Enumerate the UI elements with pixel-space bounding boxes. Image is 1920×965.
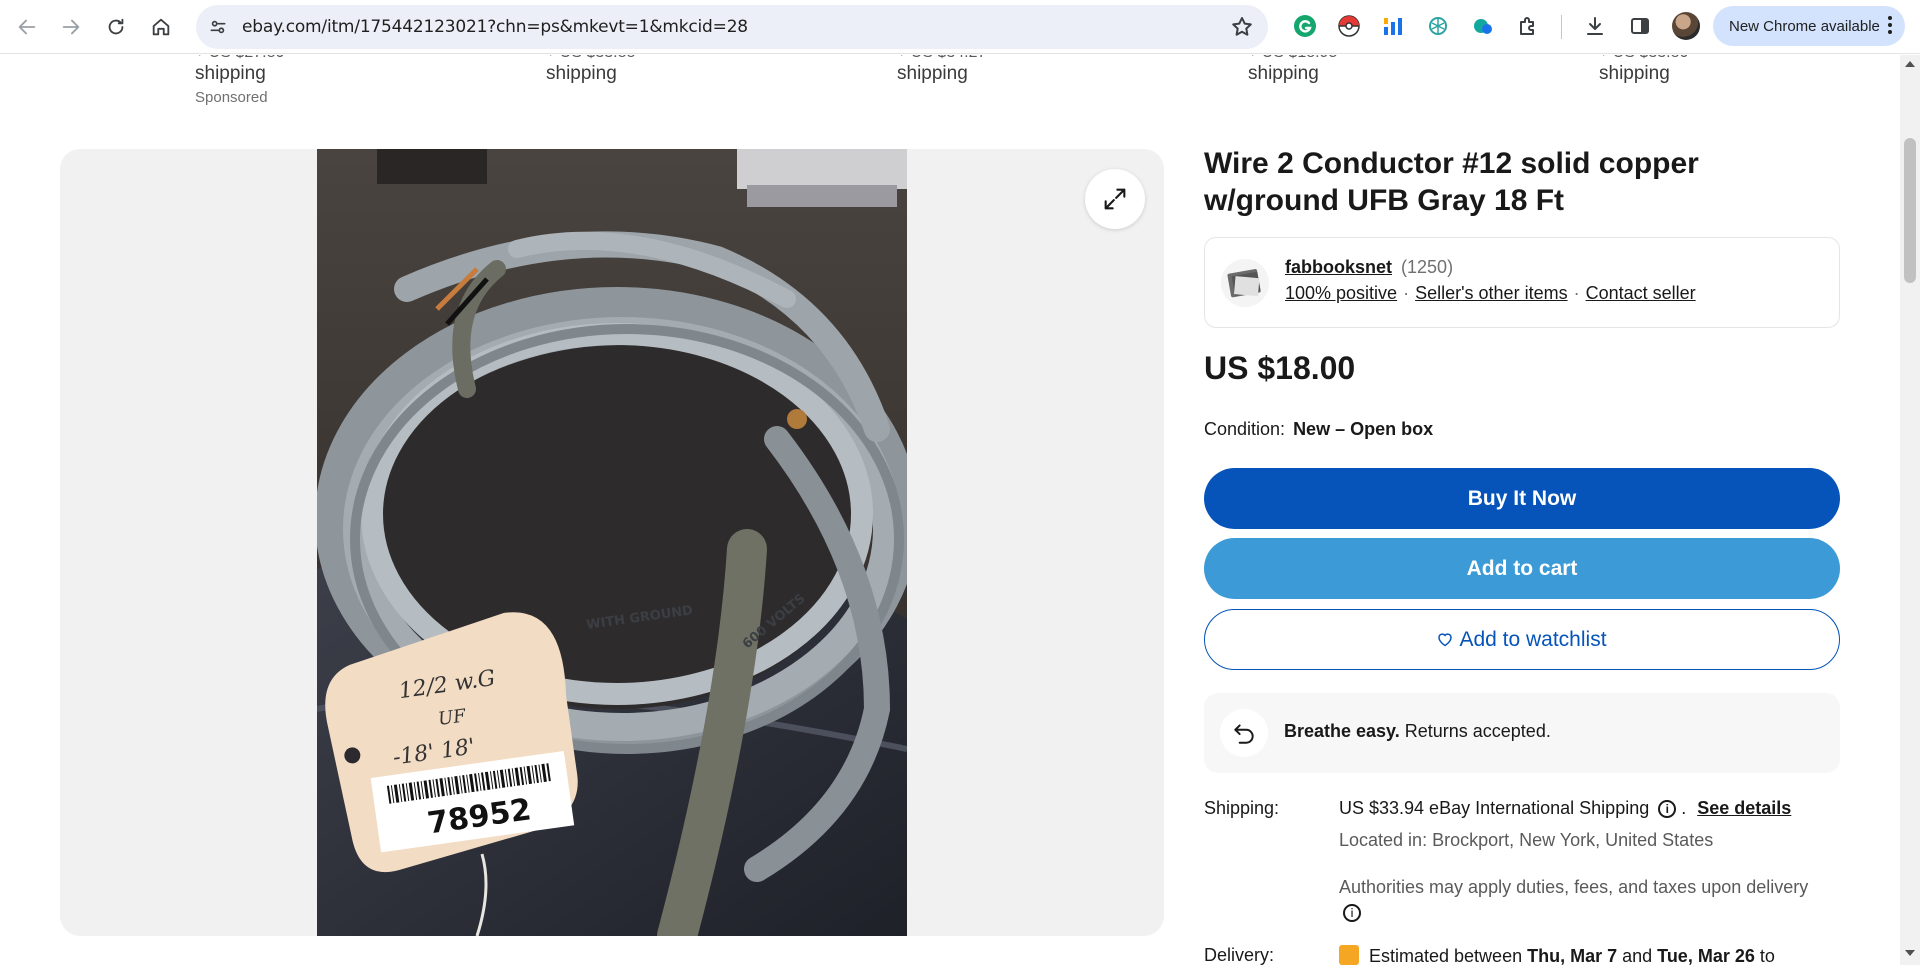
seller-feedback-count: (1250) bbox=[1401, 257, 1454, 277]
delivery-flag-icon bbox=[1339, 945, 1359, 965]
forward-button[interactable] bbox=[53, 9, 89, 45]
info-icon[interactable]: i bbox=[1658, 800, 1677, 818]
image-gallery: 600 VOLTS WITH GROUND 12/2 w.G UF -18' 1… bbox=[60, 149, 1164, 936]
chart-extension-icon[interactable] bbox=[1378, 11, 1408, 41]
buy-it-now-button[interactable]: Buy It Now bbox=[1204, 468, 1840, 529]
address-bar[interactable]: ebay.com/itm/175442123021?chn=ps&mkevt=1… bbox=[196, 5, 1268, 49]
returns-text: Breathe easy. Returns accepted. bbox=[1284, 721, 1551, 742]
returns-rest-text: Returns accepted. bbox=[1404, 721, 1551, 741]
scrollbar-thumb[interactable] bbox=[1904, 138, 1916, 283]
carousel-shipping: shipping bbox=[195, 63, 266, 84]
seller-avatar[interactable] bbox=[1221, 259, 1269, 307]
carousel-price: + US $33.88 bbox=[546, 55, 746, 63]
arrow-right-icon bbox=[62, 19, 80, 35]
kebab-menu-icon[interactable] bbox=[1887, 15, 1893, 39]
grammarly-extension-icon[interactable] bbox=[1290, 11, 1320, 41]
heart-icon bbox=[1438, 633, 1453, 647]
scroll-up-arrow-icon[interactable] bbox=[1905, 61, 1915, 67]
condition-label: Condition: bbox=[1204, 419, 1286, 439]
cloud-extension-icon[interactable] bbox=[1468, 11, 1498, 41]
extensions-puzzle-icon[interactable] bbox=[1513, 11, 1543, 41]
info-icon[interactable]: i bbox=[1343, 904, 1361, 922]
browser-toolbar: ebay.com/itm/175442123021?chn=ps&mkevt=1… bbox=[0, 0, 1920, 54]
carousel-shipping: shipping bbox=[1599, 63, 1670, 84]
home-button[interactable] bbox=[143, 9, 179, 45]
similar-items-carousel: + US $27.80 shipping Sponsored + US $33.… bbox=[0, 55, 1900, 105]
delivery-and: and bbox=[1617, 946, 1658, 965]
duties-notice: Authorities may apply duties, fees, and … bbox=[1339, 875, 1809, 925]
downloads-icon[interactable] bbox=[1580, 11, 1610, 41]
condition-value: New – Open box bbox=[1293, 419, 1434, 439]
reload-button[interactable] bbox=[98, 9, 134, 45]
watchlist-label: Add to watchlist bbox=[1459, 627, 1607, 651]
back-button[interactable] bbox=[9, 9, 45, 45]
condition-row: Condition: New – Open box bbox=[1204, 419, 1433, 440]
delivery-label: Delivery: bbox=[1204, 945, 1275, 965]
home-icon bbox=[152, 18, 170, 36]
seller-name-row: fabbooksnet (1250) bbox=[1285, 257, 1453, 278]
new-chrome-available-button[interactable]: New Chrome available bbox=[1713, 6, 1905, 46]
carousel-shipping: shipping bbox=[1248, 63, 1319, 84]
carousel-price: + US $33.80 bbox=[1599, 55, 1799, 63]
item-price: US $18.00 bbox=[1204, 350, 1356, 386]
delivery-tail: to bbox=[1754, 946, 1775, 965]
seller-logo-icon bbox=[1227, 269, 1261, 298]
carousel-item[interactable]: + US $27.80 shipping Sponsored bbox=[195, 55, 395, 105]
returns-banner: Breathe easy. Returns accepted. bbox=[1204, 693, 1840, 773]
shipping-label: Shipping: bbox=[1204, 798, 1280, 818]
carousel-price: + US $27.80 bbox=[195, 55, 395, 63]
carousel-shipping: shipping bbox=[897, 63, 968, 84]
separator-dot: · bbox=[1573, 283, 1580, 303]
openai-extension-icon[interactable] bbox=[1423, 11, 1453, 41]
update-label: New Chrome available bbox=[1729, 17, 1880, 35]
pokeball-extension-icon[interactable] bbox=[1334, 11, 1364, 41]
item-location: Located in: Brockport, New York, United … bbox=[1339, 830, 1714, 850]
item-details-panel: Wire 2 Conductor #12 solid copper w/grou… bbox=[1204, 145, 1840, 965]
carousel-price: + US $18.95 bbox=[1248, 55, 1448, 63]
add-to-cart-button[interactable]: Add to cart bbox=[1204, 538, 1840, 599]
side-panel-icon[interactable] bbox=[1625, 11, 1655, 41]
scroll-down-arrow-icon[interactable] bbox=[1905, 950, 1915, 956]
add-to-watchlist-button[interactable]: Add to watchlist bbox=[1204, 609, 1840, 670]
carousel-item[interactable]: + US $33.80 shipping bbox=[1599, 55, 1799, 85]
tag-line-2: UF bbox=[437, 705, 469, 730]
expand-icon bbox=[1104, 188, 1126, 210]
reload-icon bbox=[108, 18, 124, 35]
delivery-text-start: Estimated between bbox=[1369, 946, 1528, 965]
shipping-cost-text: US $33.94 eBay International Shipping bbox=[1339, 798, 1650, 818]
profile-avatar[interactable] bbox=[1672, 12, 1700, 40]
sponsored-label: Sponsored bbox=[195, 89, 268, 105]
returns-bold-text: Breathe easy. bbox=[1284, 721, 1400, 741]
carousel-item[interactable]: + US $34.27 shipping bbox=[897, 55, 1097, 85]
delivery-estimate: Estimated between Thu, Mar 7 and Tue, Ma… bbox=[1339, 945, 1775, 965]
seller-other-items-link[interactable]: Seller's other items bbox=[1415, 283, 1568, 303]
delivery-date-end: Tue, Mar 26 bbox=[1657, 946, 1755, 965]
site-info-icon[interactable] bbox=[202, 11, 234, 43]
delivery-date-start: Thu, Mar 7 bbox=[1527, 946, 1618, 965]
carousel-shipping: shipping bbox=[546, 63, 617, 84]
item-title: Wire 2 Conductor #12 solid copper w/grou… bbox=[1204, 147, 1699, 217]
carousel-price: + US $34.27 bbox=[897, 55, 1097, 63]
duties-text: Authorities may apply duties, fees, and … bbox=[1339, 877, 1809, 897]
return-arrow-icon bbox=[1220, 709, 1268, 757]
toolbar-divider bbox=[1561, 15, 1562, 39]
contact-seller-link[interactable]: Contact seller bbox=[1586, 283, 1696, 303]
seller-card: fabbooksnet (1250) 100% positive · Seller'… bbox=[1204, 237, 1840, 328]
expand-image-button[interactable] bbox=[1085, 169, 1145, 229]
seller-links: 100% positive · Seller's other items · Conta… bbox=[1285, 283, 1696, 304]
product-photo[interactable]: 600 VOLTS WITH GROUND 12/2 w.G UF -18' 1… bbox=[317, 149, 907, 936]
see-details-link[interactable]: See details bbox=[1697, 798, 1791, 818]
arrow-left-icon bbox=[18, 19, 36, 35]
positive-feedback-link[interactable]: 100% positive bbox=[1285, 283, 1397, 303]
carousel-item[interactable]: + US $18.95 shipping bbox=[1248, 55, 1448, 85]
seller-name-link[interactable]: fabbooksnet bbox=[1285, 257, 1392, 277]
wire-coil-image: 600 VOLTS WITH GROUND 12/2 w.G UF -18' 1… bbox=[317, 149, 907, 936]
separator-dot: · bbox=[1403, 283, 1410, 303]
bookmark-star-icon[interactable] bbox=[1230, 15, 1254, 44]
carousel-item[interactable]: + US $33.88 shipping bbox=[546, 55, 746, 85]
url-text[interactable]: ebay.com/itm/175442123021?chn=ps&mkevt=1… bbox=[242, 17, 748, 37]
shipping-value: US $33.94 eBay International Shipping i … bbox=[1339, 798, 1792, 818]
